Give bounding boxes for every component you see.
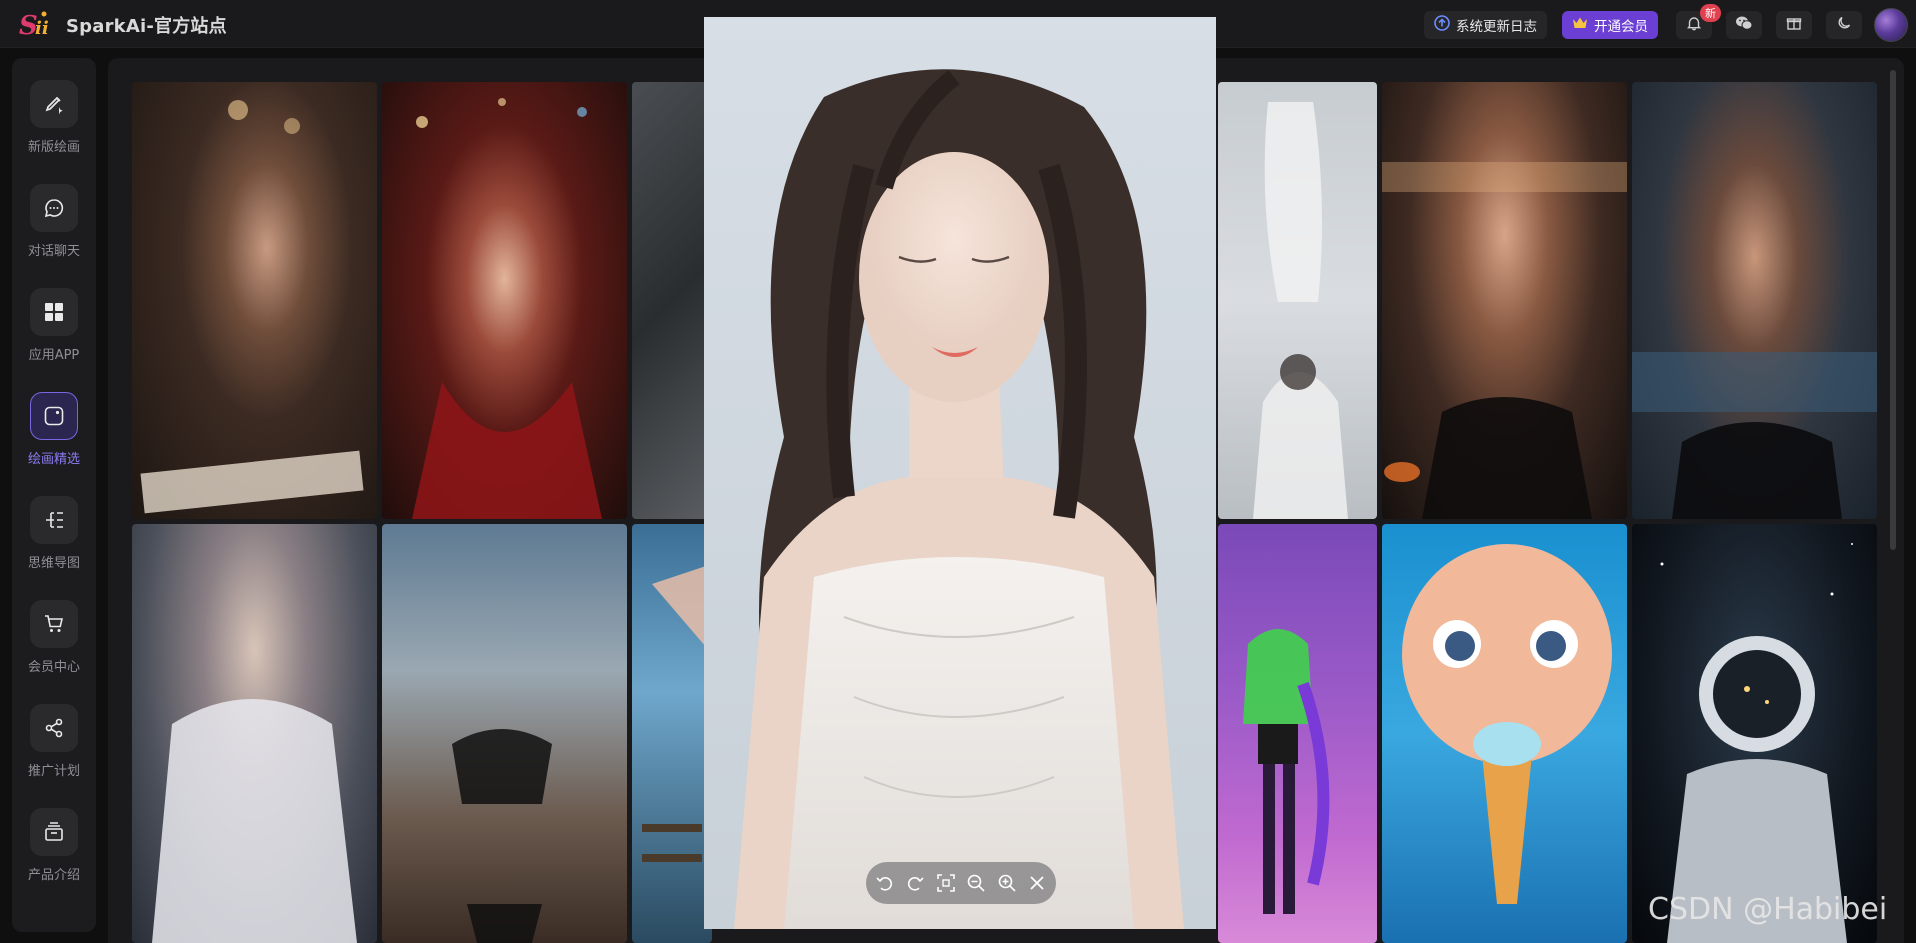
sidebar-item-label: 产品介绍 [27, 868, 80, 883]
notification-badge: 新 [1700, 4, 1721, 22]
app-logo-icon[interactable]: S ii [18, 8, 52, 41]
sidebar-item-promotion[interactable]: 推广计划 [12, 704, 96, 794]
sidebar-item-product-intro[interactable]: 产品介绍 [12, 808, 96, 898]
zoom-out-icon[interactable] [964, 871, 988, 895]
wechat-button[interactable] [1726, 11, 1762, 39]
cart-icon [30, 600, 78, 648]
gallery-image[interactable] [382, 524, 627, 943]
sidebar-item-mindmap[interactable]: 思维导图 [12, 496, 96, 586]
sidebar-item-label: 应用APP [28, 348, 80, 363]
sidebar-item-label: 新版绘画 [27, 140, 80, 155]
gift-button[interactable] [1776, 11, 1812, 39]
vip-label: 开通会员 [1594, 19, 1648, 35]
vip-button[interactable]: 开通会员 [1562, 11, 1658, 39]
gift-icon [1786, 15, 1802, 35]
wechat-icon [1735, 15, 1753, 35]
close-icon[interactable] [1025, 871, 1049, 895]
svg-text:ii: ii [35, 18, 49, 39]
upload-circle-icon [1434, 15, 1450, 35]
chat-bubble-icon [30, 184, 78, 232]
sidebar-item-apps[interactable]: 应用APP [12, 288, 96, 378]
changelog-label: 系统更新日志 [1456, 19, 1537, 35]
paint-brush-icon [30, 80, 78, 128]
gallery-image[interactable] [1632, 82, 1877, 519]
gallery-scrollbar[interactable] [1890, 70, 1896, 550]
gallery-image[interactable] [1382, 82, 1627, 519]
rotate-left-icon[interactable] [873, 871, 897, 895]
sidebar-item-gallery[interactable]: 绘画精选 [12, 392, 96, 482]
theme-toggle-button[interactable] [1826, 11, 1862, 39]
crown-icon [1572, 16, 1588, 34]
sidebar-item-label: 推广计划 [27, 764, 80, 779]
share-icon [30, 704, 78, 752]
grid-apps-icon [30, 288, 78, 336]
sidebar-item-label: 会员中心 [27, 660, 80, 675]
gallery-image[interactable] [1218, 524, 1377, 943]
rotate-right-icon[interactable] [903, 871, 927, 895]
gallery-image[interactable] [132, 524, 377, 943]
sidebar-item-chat[interactable]: 对话聊天 [12, 184, 96, 274]
watermark-text: CSDN @Habibei [1648, 892, 1888, 927]
gallery-image[interactable] [632, 82, 712, 519]
product-box-icon [30, 808, 78, 856]
sidebar-item-new-drawing[interactable]: 新版绘画 [12, 80, 96, 170]
app-title: SparkAi-官方站点 [66, 16, 227, 37]
gallery-image[interactable] [1382, 524, 1627, 943]
sidebar-item-membership[interactable]: 会员中心 [12, 600, 96, 690]
changelog-button[interactable]: 系统更新日志 [1424, 11, 1547, 39]
zoom-in-icon[interactable] [995, 871, 1019, 895]
gallery-image[interactable] [632, 524, 712, 943]
sidebar: 新版绘画 对话聊天 应用APP 绘画精选 思维导图 会员中心 推广计划 产品介绍 [12, 58, 96, 932]
moon-icon [1836, 15, 1852, 35]
gallery-image[interactable] [1218, 82, 1377, 519]
gallery-image[interactable] [382, 82, 627, 519]
gallery-image[interactable] [1632, 524, 1877, 943]
gallery-image[interactable] [132, 82, 377, 519]
bell-icon [1686, 15, 1702, 35]
sidebar-item-label: 思维导图 [27, 556, 80, 571]
fit-screen-icon[interactable] [934, 871, 958, 895]
sidebar-item-label: 绘画精选 [27, 452, 80, 467]
sidebar-item-label: 对话聊天 [27, 244, 80, 259]
image-preview[interactable] [704, 17, 1216, 929]
mindmap-icon [30, 496, 78, 544]
image-viewer-toolbar [866, 862, 1056, 904]
gallery-icon [30, 392, 78, 440]
user-avatar[interactable] [1874, 8, 1908, 42]
